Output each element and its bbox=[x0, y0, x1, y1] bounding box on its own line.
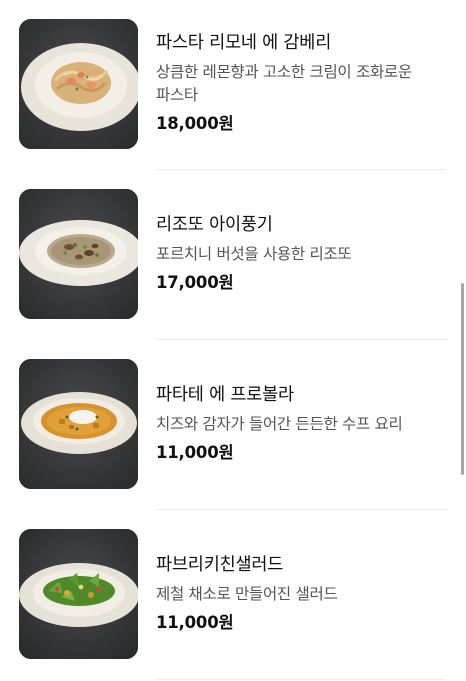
menu-item-info: 파브리키친샐러드 제철 채소로 만들어진 샐러드 11,000원 bbox=[156, 553, 446, 634]
risotto-dish-photo bbox=[19, 189, 138, 319]
divider bbox=[156, 679, 446, 680]
menu-item-description: 상큼한 레몬향과 고소한 크림이 조화로운 파스타 bbox=[156, 63, 412, 104]
menu-item-price: 11,000원 bbox=[156, 443, 234, 462]
pasta-dish-photo bbox=[19, 19, 138, 149]
salad-dish-photo bbox=[19, 529, 138, 659]
menu-item-price: 17,000원 bbox=[156, 273, 234, 292]
scrollbar[interactable] bbox=[461, 283, 464, 475]
menu-item-pasta[interactable]: 파스타 리모네 에 감베리 상큼한 레몬향과 고소한 크림이 조화로운 파스타 … bbox=[0, 0, 466, 170]
menu-item-name: 파브리키친샐러드 bbox=[156, 555, 284, 575]
menu-item-soup[interactable]: 파타테 에 프로볼라 치즈와 감자가 들어간 든든한 수프 요리 11,000원 bbox=[0, 340, 466, 510]
menu-item-name: 파스타 리모네 에 감베리 bbox=[156, 33, 332, 53]
menu-item-info: 파타테 에 프로볼라 치즈와 감자가 들어간 든든한 수프 요리 11,000원 bbox=[156, 383, 446, 464]
menu-item-salad[interactable]: 파브리키친샐러드 제철 채소로 만들어진 샐러드 11,000원 bbox=[0, 510, 466, 680]
menu-item-name: 리조또 아이풍기 bbox=[156, 215, 273, 235]
menu-item-description: 제철 채소로 만들어진 샐러드 bbox=[156, 585, 338, 603]
menu-item-description: 치즈와 감자가 들어간 든든한 수프 요리 bbox=[156, 415, 403, 433]
menu-item-info: 리조또 아이풍기 포르치니 버섯을 사용한 리조또 17,000원 bbox=[156, 213, 446, 294]
menu-item-info: 파스타 리모네 에 감베리 상큼한 레몬향과 고소한 크림이 조화로운 파스타 … bbox=[156, 31, 446, 135]
menu-item-risotto[interactable]: 리조또 아이풍기 포르치니 버섯을 사용한 리조또 17,000원 bbox=[0, 170, 466, 340]
menu-item-price: 18,000원 bbox=[156, 114, 234, 133]
menu-item-name: 파타테 에 프로볼라 bbox=[156, 385, 294, 405]
menu-item-price: 11,000원 bbox=[156, 613, 234, 632]
menu-item-description: 포르치니 버섯을 사용한 리조또 bbox=[156, 245, 352, 263]
soup-dish-photo bbox=[19, 359, 138, 489]
